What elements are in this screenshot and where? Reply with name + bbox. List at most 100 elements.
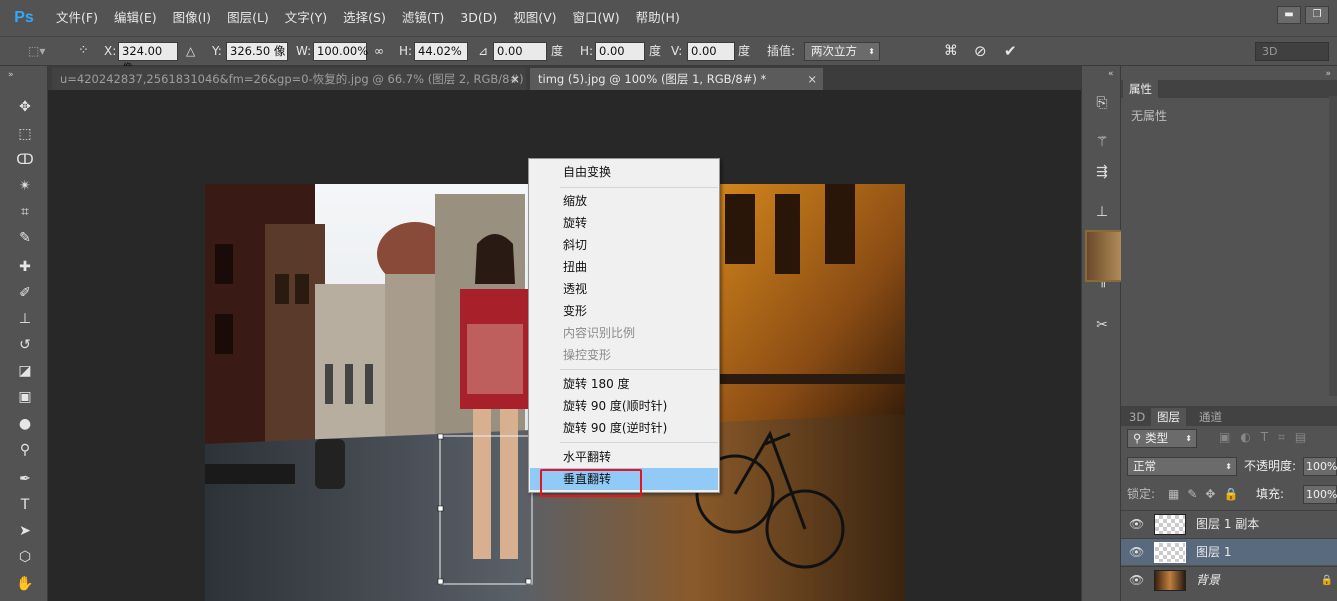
v-skew-field[interactable]: 0.00 — [687, 42, 735, 61]
clone-source-icon[interactable]: ⊥ — [1091, 201, 1113, 223]
crop-tool-icon[interactable]: ⌗ — [14, 201, 36, 223]
eye-icon[interactable]: 👁 — [1129, 567, 1144, 594]
type-tool-icon[interactable]: T — [14, 494, 36, 516]
collapse-icon[interactable]: » — [8, 70, 14, 80]
blend-mode-select[interactable]: 正常 ⬍ — [1127, 457, 1237, 476]
lasso-tool-icon[interactable]: ↀ — [14, 149, 36, 171]
menu-item-distort[interactable]: 扭曲 — [530, 256, 718, 278]
cancel-transform-icon[interactable]: ⊘ — [974, 37, 987, 65]
layer-thumbnail — [1154, 514, 1186, 535]
menu-item-scale[interactable]: 缩放 — [530, 190, 718, 212]
menu-select[interactable]: 选择(S) — [335, 0, 394, 36]
move-tool-icon[interactable]: ✥ — [14, 96, 36, 118]
tool-presets-icon[interactable]: ✂ — [1091, 314, 1113, 336]
angle-icon: ⊿ — [478, 44, 489, 58]
interpolation-value: 两次立方 — [811, 44, 857, 58]
menu-item-warp[interactable]: 变形 — [530, 300, 718, 322]
menu-image[interactable]: 图像(I) — [165, 0, 219, 36]
menu-edit[interactable]: 编辑(E) — [106, 0, 165, 36]
tab-document-1[interactable]: u=420242837,2561831046&fm=26&gp=0-恢复的.jp… — [52, 68, 526, 90]
lock-icons[interactable]: ▦✎✥🔒 — [1168, 485, 1246, 504]
menu-item-rotate-90-cw[interactable]: 旋转 90 度(顺时针) — [530, 395, 718, 417]
angle-field[interactable]: 0.00 — [493, 42, 547, 61]
shape-tool-icon[interactable]: ⬡ — [14, 546, 36, 568]
pen-tool-icon[interactable]: ✒ — [14, 468, 36, 490]
reference-point-icon[interactable]: ⁘ — [78, 37, 89, 65]
dodge-tool-icon[interactable]: ⚲ — [14, 439, 36, 461]
path-selection-tool-icon[interactable]: ➤ — [14, 520, 36, 542]
menu-filter[interactable]: 滤镜(T) — [394, 0, 452, 36]
layer-row[interactable]: 👁 背景 🔒 — [1121, 566, 1337, 593]
width-field[interactable]: 100.00% — [313, 42, 368, 61]
tab-layers[interactable]: 图层 — [1151, 408, 1186, 426]
minimize-button[interactable]: ▬ — [1277, 6, 1301, 24]
h-skew-field[interactable]: 0.00 — [595, 42, 645, 61]
history-brush-tool-icon[interactable]: ↺ — [14, 334, 36, 356]
eye-icon[interactable]: 👁 — [1129, 539, 1144, 566]
expand-icon[interactable]: « — [1108, 69, 1114, 79]
hand-tool-icon[interactable]: ✋ — [14, 573, 36, 595]
lock-label: 锁定: — [1127, 487, 1156, 501]
eye-icon[interactable]: 👁 — [1129, 511, 1144, 538]
menu-view[interactable]: 视图(V) — [505, 0, 564, 36]
gradient-tool-icon[interactable]: ▣ — [14, 386, 36, 408]
brush-tool-icon[interactable]: ✐ — [14, 282, 36, 304]
warp-mode-icon[interactable]: ⌘ — [944, 37, 958, 65]
fill-field[interactable]: 100% — [1303, 485, 1337, 504]
close-icon[interactable]: × — [510, 68, 520, 90]
interpolation-select[interactable]: 两次立方 ⬍ — [804, 42, 880, 61]
transform-handle[interactable] — [437, 578, 444, 585]
menu-3d[interactable]: 3D(D) — [452, 0, 505, 36]
menu-window[interactable]: 窗口(W) — [565, 0, 628, 36]
panel-menu-icon[interactable]: » — [1325, 69, 1331, 79]
menu-item-rotate-180[interactable]: 旋转 180 度 — [530, 373, 718, 395]
eraser-tool-icon[interactable]: ◪ — [14, 360, 36, 382]
magic-wand-tool-icon[interactable]: ✴ — [14, 175, 36, 197]
menu-item-rotate-90-ccw[interactable]: 旋转 90 度(逆时针) — [530, 417, 718, 439]
marquee-tool-icon[interactable]: ⬚ — [14, 123, 36, 145]
tab-channels[interactable]: 通道 — [1193, 408, 1228, 426]
close-icon[interactable]: × — [807, 68, 817, 90]
menu-layer[interactable]: 图层(L) — [219, 0, 277, 36]
menu-file[interactable]: 文件(F) — [48, 0, 106, 36]
clone-stamp-tool-icon[interactable]: ⊥ — [14, 308, 36, 330]
tab-properties[interactable]: 属性 — [1123, 80, 1158, 98]
menu-item-flip-horizontal[interactable]: 水平翻转 — [530, 446, 718, 468]
menu-help[interactable]: 帮助(H) — [628, 0, 688, 36]
select-arrow-icon: ⬍ — [1185, 434, 1192, 443]
menu-item-rotate[interactable]: 旋转 — [530, 212, 718, 234]
menu-item-free-transform[interactable]: 自由变换 — [530, 161, 718, 183]
brush-panel-icon[interactable]: ⚚ — [1091, 131, 1113, 153]
delta-icon[interactable]: △ — [186, 37, 195, 65]
tab-label: u=420242837,2561831046&fm=26&gp=0-恢复的.jp… — [60, 72, 526, 86]
blur-tool-icon[interactable]: ● — [14, 413, 36, 435]
eyedropper-tool-icon[interactable]: ✎ — [14, 227, 36, 249]
workspace-select[interactable]: 3D — [1255, 42, 1329, 61]
properties-scrollbar[interactable] — [1329, 96, 1337, 396]
restore-button[interactable]: ❐ — [1305, 6, 1329, 24]
tab-3d[interactable]: 3D — [1123, 408, 1151, 426]
layer-row-selected[interactable]: 👁 图层 1 — [1121, 538, 1337, 565]
menu-type[interactable]: 文字(Y) — [277, 0, 335, 36]
y-field[interactable]: 326.50 像 — [226, 42, 288, 61]
brush-presets-icon[interactable]: ⇶ — [1091, 161, 1113, 183]
opacity-field[interactable]: 100% — [1303, 457, 1337, 476]
transform-handle[interactable] — [437, 433, 444, 440]
filter-kind-icons[interactable]: ▣◐T⌗▤ — [1219, 430, 1316, 445]
commit-transform-icon[interactable]: ✔ — [1004, 37, 1017, 65]
menu-item-skew[interactable]: 斜切 — [530, 234, 718, 256]
photoshop-logo: Ps — [14, 9, 34, 26]
height-field[interactable]: 44.02% — [414, 42, 468, 61]
tab-document-2[interactable]: timg (5).jpg @ 100% (图层 1, RGB/8#) * × — [530, 68, 823, 90]
transform-handle[interactable] — [525, 578, 532, 585]
layer-filter-select[interactable]: ⚲ 类型 ⬍ — [1127, 429, 1197, 448]
transform-handle[interactable] — [437, 505, 444, 512]
menu-item-perspective[interactable]: 透视 — [530, 278, 718, 300]
link-icon[interactable]: ∞ — [374, 37, 384, 65]
layer-thumbnail — [1154, 542, 1186, 563]
history-panel-icon[interactable]: ⎘ — [1091, 92, 1113, 114]
layer-row[interactable]: 👁 图层 1 副本 — [1121, 510, 1337, 537]
x-field[interactable]: 324.00 像 — [118, 42, 178, 75]
menu-item-content-aware-scale: 内容识别比例 — [563, 326, 636, 340]
healing-brush-tool-icon[interactable]: ✚ — [14, 256, 36, 278]
